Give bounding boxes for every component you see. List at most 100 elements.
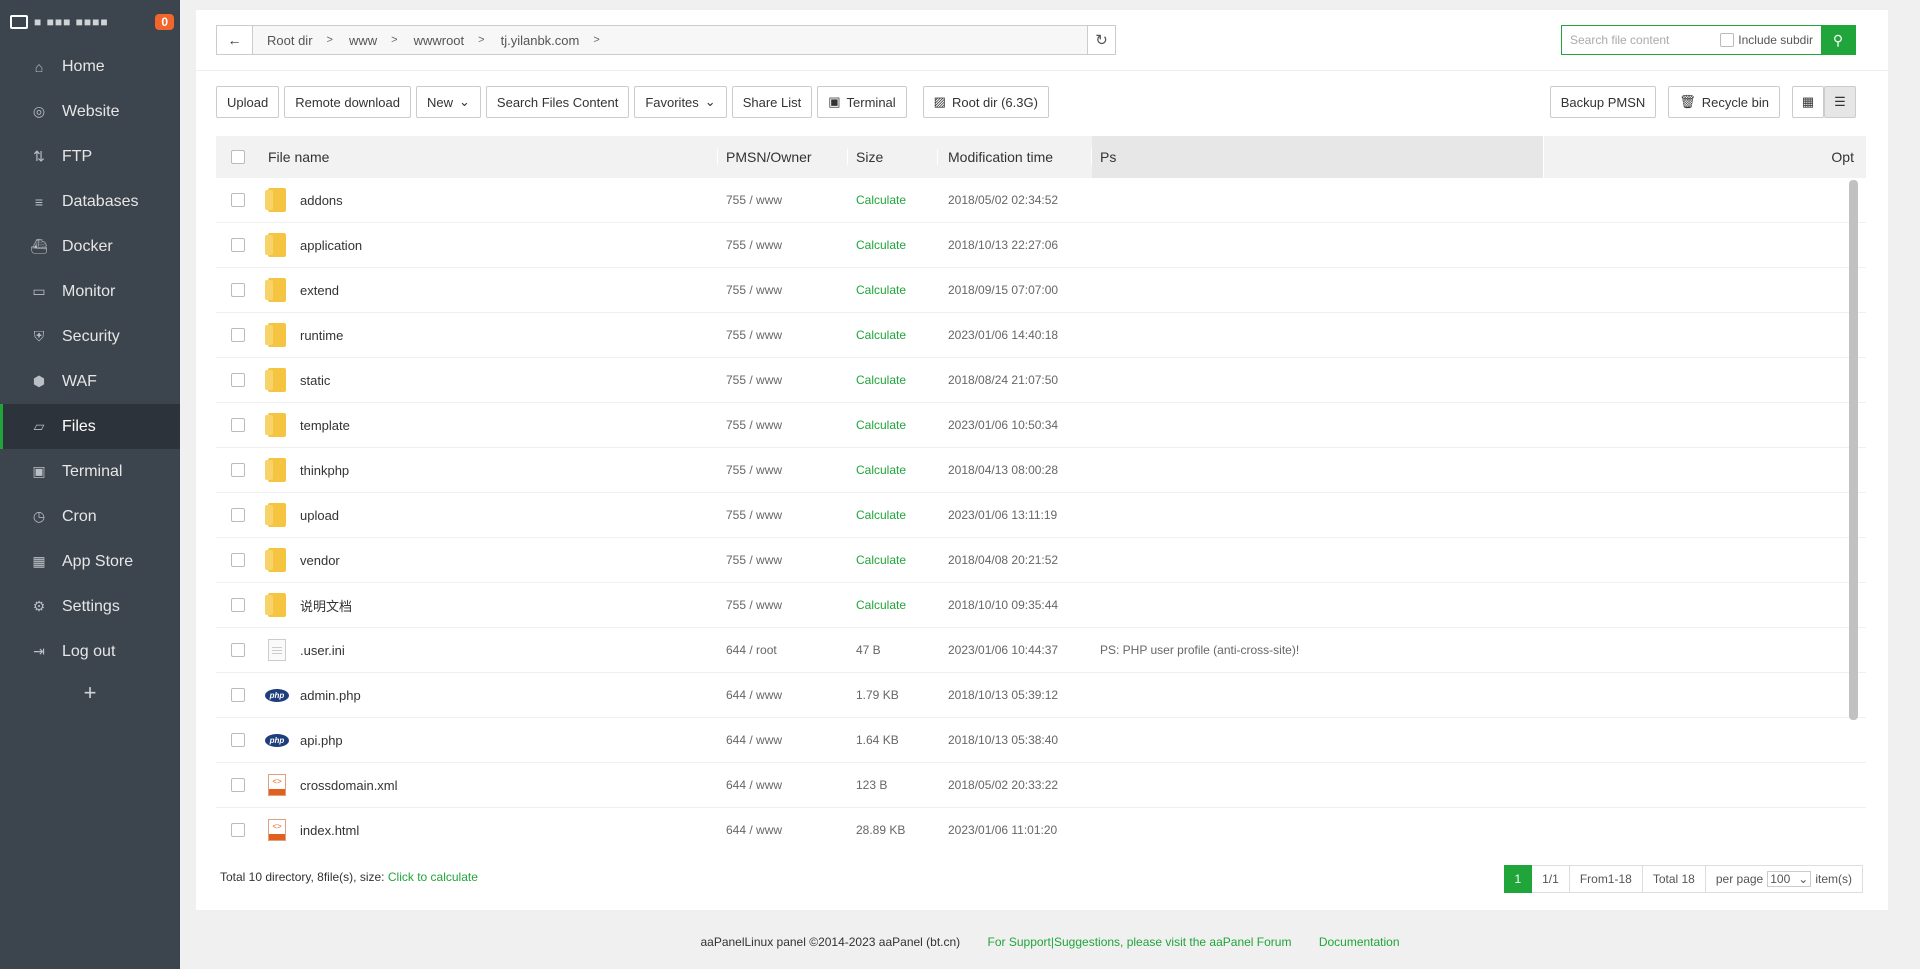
permission-owner[interactable]: 755 / www — [718, 418, 848, 432]
select-all-checkbox[interactable] — [231, 150, 245, 164]
support-link[interactable]: For Support|Suggestions, please visit th… — [988, 935, 1292, 949]
favorites-dropdown[interactable]: Favorites ⌄ — [634, 86, 727, 118]
sidebar-item-docker[interactable]: ⛴ Docker — [0, 224, 180, 269]
file-size[interactable]: Calculate — [848, 598, 938, 612]
file-name[interactable]: .user.ini — [300, 643, 345, 658]
file-name-cell[interactable]: extend — [260, 278, 718, 302]
row-checkbox[interactable] — [231, 373, 245, 387]
file-name-cell[interactable]: .user.ini — [260, 639, 718, 661]
permission-owner[interactable]: 644 / www — [718, 778, 848, 792]
backup-pmsn-button[interactable]: Backup PMSN — [1549, 86, 1657, 118]
file-name-cell[interactable]: php admin.php — [260, 688, 718, 703]
file-size[interactable]: Calculate — [848, 193, 938, 207]
file-name[interactable]: extend — [300, 283, 339, 298]
header-file-name[interactable]: File name — [260, 149, 718, 165]
file-size[interactable]: Calculate — [848, 463, 938, 477]
sidebar-item-ftp[interactable]: ⇅ FTP — [0, 134, 180, 179]
ps-note[interactable]: PS: PHP user profile (anti-cross-site)! — [1092, 643, 1544, 657]
permission-owner[interactable]: 755 / www — [718, 463, 848, 477]
sidebar-item-security[interactable]: ⛨ Security — [0, 314, 180, 359]
row-checkbox[interactable] — [231, 643, 245, 657]
add-icon[interactable]: + — [0, 680, 180, 706]
sidebar-item-home[interactable]: ⌂ Home — [0, 44, 180, 89]
permission-owner[interactable]: 755 / www — [718, 553, 848, 567]
row-checkbox[interactable] — [231, 553, 245, 567]
table-row[interactable]: 说明文档 755 / www Calculate 2018/10/10 09:35:4… — [216, 583, 1866, 628]
file-size[interactable]: Calculate — [848, 508, 938, 522]
file-size[interactable]: Calculate — [848, 418, 938, 432]
refresh-icon[interactable]: ↻ — [1087, 26, 1115, 54]
permission-owner[interactable]: 755 / www — [718, 238, 848, 252]
file-name[interactable]: template — [300, 418, 350, 433]
table-row[interactable]: static 755 / www Calculate 2018/08/24 21:07… — [216, 358, 1866, 403]
sidebar-item-website[interactable]: ◎ Website — [0, 89, 180, 134]
back-arrow-icon[interactable]: ← — [217, 26, 253, 54]
row-checkbox[interactable] — [231, 688, 245, 702]
row-checkbox[interactable] — [231, 463, 245, 477]
file-name-cell[interactable]: thinkphp — [260, 458, 718, 482]
file-name[interactable]: api.php — [300, 733, 343, 748]
file-size[interactable]: Calculate — [848, 328, 938, 342]
permission-owner[interactable]: 644 / root — [718, 643, 848, 657]
header-modification-time[interactable]: Modification time — [938, 149, 1092, 165]
file-name[interactable]: runtime — [300, 328, 343, 343]
table-row[interactable]: .user.ini 644 / root 47 B 2023/01/06 10:44:… — [216, 628, 1866, 673]
table-row[interactable]: runtime 755 / www Calculate 2023/01/06 14:4… — [216, 313, 1866, 358]
row-checkbox[interactable] — [231, 193, 245, 207]
file-size[interactable]: Calculate — [848, 373, 938, 387]
grid-view-icon[interactable]: ▦ — [1792, 86, 1824, 118]
table-row[interactable]: template 755 / www Calculate 2023/01/06 10:… — [216, 403, 1866, 448]
file-name-cell[interactable]: upload — [260, 503, 718, 527]
row-checkbox[interactable] — [231, 733, 245, 747]
row-checkbox[interactable] — [231, 328, 245, 342]
upload-button[interactable]: Upload — [216, 86, 280, 118]
sidebar-item-databases[interactable]: ≡ Databases — [0, 179, 180, 224]
sidebar-item-settings[interactable]: ⚙ Settings — [0, 584, 180, 629]
include-subdir-checkbox[interactable] — [1720, 33, 1735, 47]
sidebar-item-log-out[interactable]: ⇥ Log out — [0, 629, 180, 674]
breadcrumb-item[interactable]: tj.yilanbk.com > — [493, 33, 608, 48]
permission-owner[interactable]: 644 / www — [718, 688, 848, 702]
list-view-icon[interactable]: ☰ — [1824, 86, 1856, 118]
search-icon[interactable]: ⚲ — [1821, 26, 1855, 54]
file-name[interactable]: 说明文档 — [300, 596, 352, 615]
file-name[interactable]: admin.php — [300, 688, 361, 703]
file-size[interactable]: Calculate — [848, 238, 938, 252]
permission-owner[interactable]: 755 / www — [718, 508, 848, 522]
sidebar-item-terminal[interactable]: ▣ Terminal — [0, 449, 180, 494]
table-row[interactable]: <> crossdomain.xml 644 / www 123 B 2018/05/0… — [216, 763, 1866, 808]
table-row[interactable]: thinkphp 755 / www Calculate 2018/04/13 08:… — [216, 448, 1866, 493]
table-row[interactable]: vendor 755 / www Calculate 2018/04/08 20:21… — [216, 538, 1866, 583]
breadcrumb-item[interactable]: Root dir > — [259, 33, 341, 48]
permission-owner[interactable]: 644 / www — [718, 823, 848, 837]
row-checkbox[interactable] — [231, 418, 245, 432]
table-row[interactable]: php admin.php 644 / www 1.79 KB 2018/10/13 0… — [216, 673, 1866, 718]
file-name[interactable]: crossdomain.xml — [300, 778, 398, 793]
file-name-cell[interactable]: static — [260, 368, 718, 392]
permission-owner[interactable]: 755 / www — [718, 328, 848, 342]
file-name[interactable]: static — [300, 373, 330, 388]
sidebar-item-files[interactable]: ▱ Files — [0, 404, 180, 449]
file-name-cell[interactable]: vendor — [260, 548, 718, 572]
recycle-bin-button[interactable]: 🗑 Recycle bin — [1668, 86, 1780, 118]
permission-owner[interactable]: 755 / www — [718, 193, 848, 207]
file-name-cell[interactable]: addons — [260, 188, 718, 212]
table-row[interactable]: <> index.html 644 / www 28.89 KB 2023/01/06 … — [216, 808, 1866, 841]
sidebar-item-monitor[interactable]: ▭ Monitor — [0, 269, 180, 314]
row-checkbox[interactable] — [231, 598, 245, 612]
current-page[interactable]: 1 — [1504, 865, 1533, 893]
file-size[interactable]: Calculate — [848, 283, 938, 297]
file-name[interactable]: vendor — [300, 553, 340, 568]
permission-owner[interactable]: 644 / www — [718, 733, 848, 747]
breadcrumb-item[interactable]: wwwroot > — [406, 33, 493, 48]
breadcrumb-item[interactable]: www > — [341, 33, 406, 48]
remote-download-button[interactable]: Remote download — [284, 86, 411, 118]
row-checkbox[interactable] — [231, 823, 245, 837]
file-name-cell[interactable]: <> index.html — [260, 819, 718, 841]
notification-badge[interactable]: 0 — [155, 14, 174, 30]
file-name-cell[interactable]: 说明文档 — [260, 593, 718, 617]
calculate-size-link[interactable]: Click to calculate — [388, 870, 478, 884]
file-name-cell[interactable]: <> crossdomain.xml — [260, 774, 718, 796]
file-name-cell[interactable]: application — [260, 233, 718, 257]
row-checkbox[interactable] — [231, 283, 245, 297]
